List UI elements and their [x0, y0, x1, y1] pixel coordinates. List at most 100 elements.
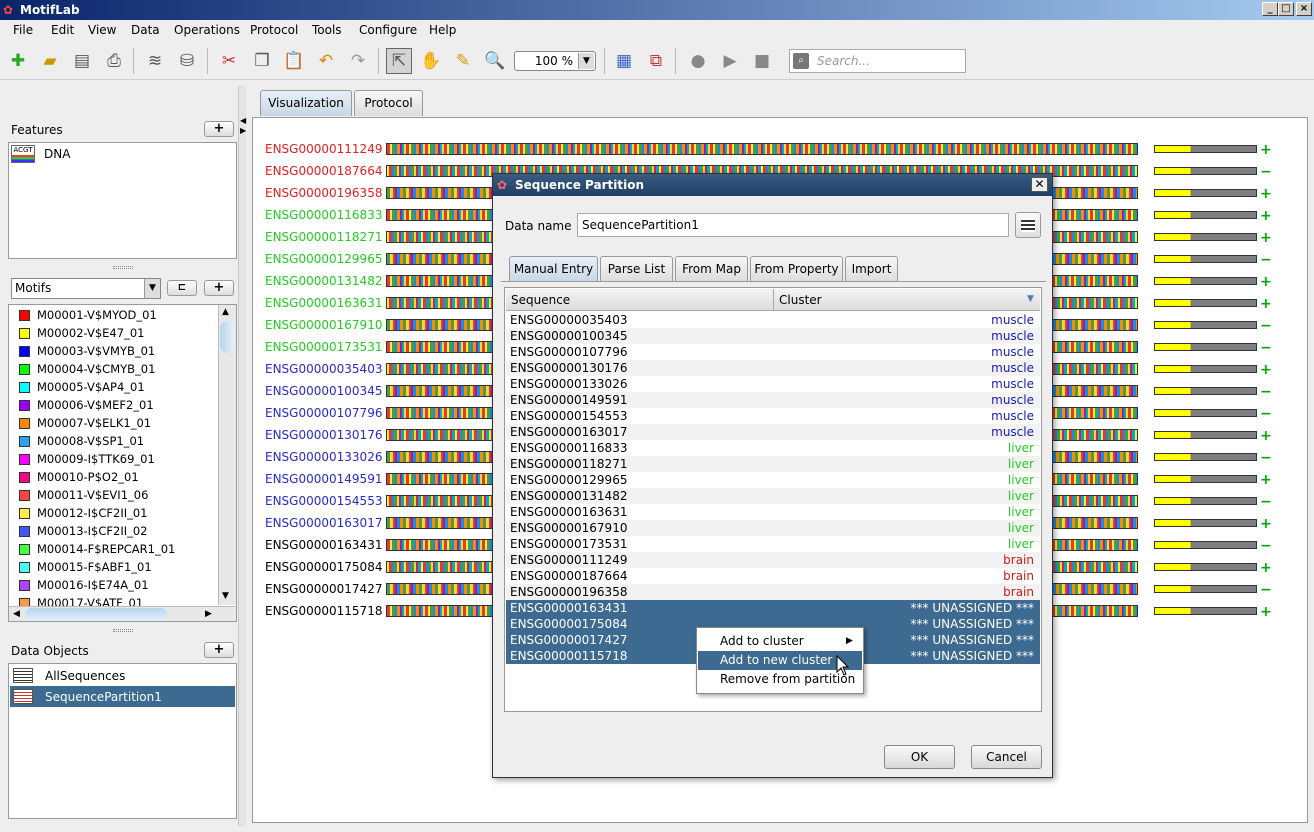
expand-right-icon[interactable]: ▶ — [240, 126, 246, 135]
plus-strand-icon[interactable]: + — [1260, 561, 1272, 575]
plus-strand-icon[interactable]: + — [1260, 231, 1272, 245]
select-tool-icon[interactable]: ⇱ — [386, 48, 412, 74]
tab-protocol[interactable]: Protocol — [354, 90, 423, 116]
new-icon[interactable]: ✚ — [5, 48, 31, 74]
database-icon[interactable]: ⛁ — [174, 48, 200, 74]
pencil-icon[interactable]: ✎ — [450, 48, 476, 74]
table-row[interactable]: ENSG00000116833 liver — [506, 440, 1040, 456]
motif-item[interactable]: M00011-V$EVI1_06 — [19, 486, 148, 504]
plus-strand-icon[interactable]: + — [1260, 363, 1272, 377]
compare-icon[interactable]: ⧉ — [643, 48, 669, 74]
search-input[interactable]: ⌕ Search... — [789, 49, 966, 73]
table-row[interactable]: ENSG00000100345 muscle — [506, 328, 1040, 344]
data-object-sequencepartition1[interactable]: SequencePartition1 — [10, 686, 235, 707]
motif-item[interactable]: M00002-V$E47_01 — [19, 324, 144, 342]
table-row[interactable]: ENSG00000131482 liver — [506, 488, 1040, 504]
sequence-label[interactable]: ENSG00000163631 — [265, 295, 382, 311]
paste-icon[interactable]: 📋 — [281, 48, 307, 74]
column-sequence[interactable]: Sequence — [511, 293, 570, 307]
minus-strand-icon[interactable]: − — [1260, 583, 1272, 597]
sequence-label[interactable]: ENSG00000115718 — [265, 603, 382, 619]
minus-strand-icon[interactable]: − — [1260, 341, 1272, 355]
partition-settings-button[interactable] — [1015, 212, 1041, 238]
table-row[interactable]: ENSG00000154553 muscle — [506, 408, 1040, 424]
redo-icon[interactable]: ↷ — [345, 48, 371, 74]
table-row[interactable]: ENSG00000163017 muscle — [506, 424, 1040, 440]
motif-item[interactable]: M00005-V$AP4_01 — [19, 378, 145, 396]
sequence-label[interactable]: ENSG00000131482 — [265, 273, 382, 289]
sequence-label[interactable]: ENSG00000111249 — [265, 141, 382, 157]
motifs-hscrollbar[interactable]: ◀ ▶ — [9, 606, 236, 621]
table-row[interactable]: ENSG00000173531 liver — [506, 536, 1040, 552]
table-row[interactable]: ENSG00000163631 liver — [506, 504, 1040, 520]
column-cluster[interactable]: Cluster — [779, 293, 822, 307]
minus-strand-icon[interactable]: − — [1260, 165, 1272, 179]
motif-item[interactable]: M00010-P$O2_01 — [19, 468, 139, 486]
vertical-splitter[interactable]: ◀ ▶ — [238, 86, 246, 826]
zoom-icon[interactable]: 🔍 — [482, 48, 508, 74]
plus-strand-icon[interactable]: + — [1260, 473, 1272, 487]
menu-operations[interactable]: Operations — [174, 23, 240, 37]
table-row[interactable]: ENSG00000130176 muscle — [506, 360, 1040, 376]
minus-strand-icon[interactable]: − — [1260, 385, 1272, 399]
menu-edit[interactable]: Edit — [51, 23, 74, 37]
undo-icon[interactable]: ↶ — [313, 48, 339, 74]
motif-item[interactable]: M00012-I$CF2II_01 — [19, 504, 148, 522]
motif-item[interactable]: M00007-V$ELK1_01 — [19, 414, 151, 432]
scroll-thumb[interactable] — [220, 321, 235, 353]
close-window-icon[interactable]: × — [1296, 2, 1312, 16]
sequence-label[interactable]: ENSG00000107796 — [265, 405, 382, 421]
table-row[interactable]: ENSG00000187664 brain — [506, 568, 1040, 584]
minus-strand-icon[interactable]: − — [1260, 253, 1272, 267]
motifs-scrollbar[interactable]: ▲ ▼ — [218, 305, 236, 605]
plus-strand-icon[interactable]: + — [1260, 429, 1272, 443]
add-feature-button[interactable]: + — [204, 121, 234, 137]
table-row[interactable]: ENSG00000133026 muscle — [506, 376, 1040, 392]
plus-strand-icon[interactable]: + — [1260, 187, 1272, 201]
plus-strand-icon[interactable]: + — [1260, 517, 1272, 531]
motif-item[interactable]: M00001-V$MYOD_01 — [19, 306, 157, 324]
sequence-label[interactable]: ENSG00000154553 — [265, 493, 382, 509]
tab-from-map[interactable]: From Map — [675, 256, 748, 282]
motif-item[interactable]: M00009-I$TTK69_01 — [19, 450, 155, 468]
plus-strand-icon[interactable]: + — [1260, 143, 1272, 157]
copy-icon[interactable]: ❐ — [249, 48, 275, 74]
scroll-left-icon[interactable]: ◀ — [13, 609, 20, 619]
maximize-icon[interactable]: □ — [1278, 2, 1294, 16]
sequences-icon[interactable]: ≋ — [142, 48, 168, 74]
tree-view-icon[interactable]: ⊏ — [167, 280, 197, 296]
cancel-button[interactable]: Cancel — [971, 745, 1042, 769]
sequence-label[interactable]: ENSG00000130176 — [265, 427, 382, 443]
sequence-label[interactable]: ENSG00000116833 — [265, 207, 382, 223]
menu-tools[interactable]: Tools — [312, 23, 342, 37]
sequence-label[interactable]: ENSG00000017427 — [265, 581, 382, 597]
sequence-label[interactable]: ENSG00000100345 — [265, 383, 382, 399]
motif-item[interactable]: M00015-F$ABF1_01 — [19, 558, 152, 576]
menu-view[interactable]: View — [88, 23, 116, 37]
sequence-label[interactable]: ENSG00000163017 — [265, 515, 382, 531]
plus-strand-icon[interactable]: + — [1260, 209, 1272, 223]
table-row[interactable]: ENSG00000129965 liver — [506, 472, 1040, 488]
data-object-allsequences[interactable]: AllSequences — [10, 665, 235, 686]
table-row[interactable]: ENSG00000111249 brain — [506, 552, 1040, 568]
table-row[interactable]: ENSG00000149591 muscle — [506, 392, 1040, 408]
sequence-label[interactable]: ENSG00000167910 — [265, 317, 382, 333]
motif-item[interactable]: M00013-I$CF2II_02 — [19, 522, 148, 540]
sequence-label[interactable]: ENSG00000163431 — [265, 537, 382, 553]
minus-strand-icon[interactable]: − — [1260, 451, 1272, 465]
hscroll-thumb[interactable] — [25, 608, 167, 621]
scroll-up-icon[interactable]: ▲ — [222, 307, 229, 317]
motif-item[interactable]: M00006-V$MEF2_01 — [19, 396, 154, 414]
open-folder-icon[interactable]: ▰ — [37, 48, 63, 74]
minus-strand-icon[interactable]: − — [1260, 495, 1272, 509]
scroll-down-icon[interactable]: ▼ — [222, 591, 229, 601]
add-data-object-button[interactable]: + — [204, 642, 234, 658]
ok-button[interactable]: OK — [884, 745, 955, 769]
menu-item-add-to-cluster[interactable]: Add to cluster ▶ — [698, 632, 862, 651]
sequence-label[interactable]: ENSG00000133026 — [265, 449, 382, 465]
stop-icon[interactable]: ■ — [749, 48, 775, 74]
motif-item[interactable]: M00008-V$SP1_01 — [19, 432, 144, 450]
tab-import[interactable]: Import — [845, 256, 898, 282]
play-icon[interactable]: ▶ — [717, 48, 743, 74]
menu-file[interactable]: File — [13, 23, 33, 37]
